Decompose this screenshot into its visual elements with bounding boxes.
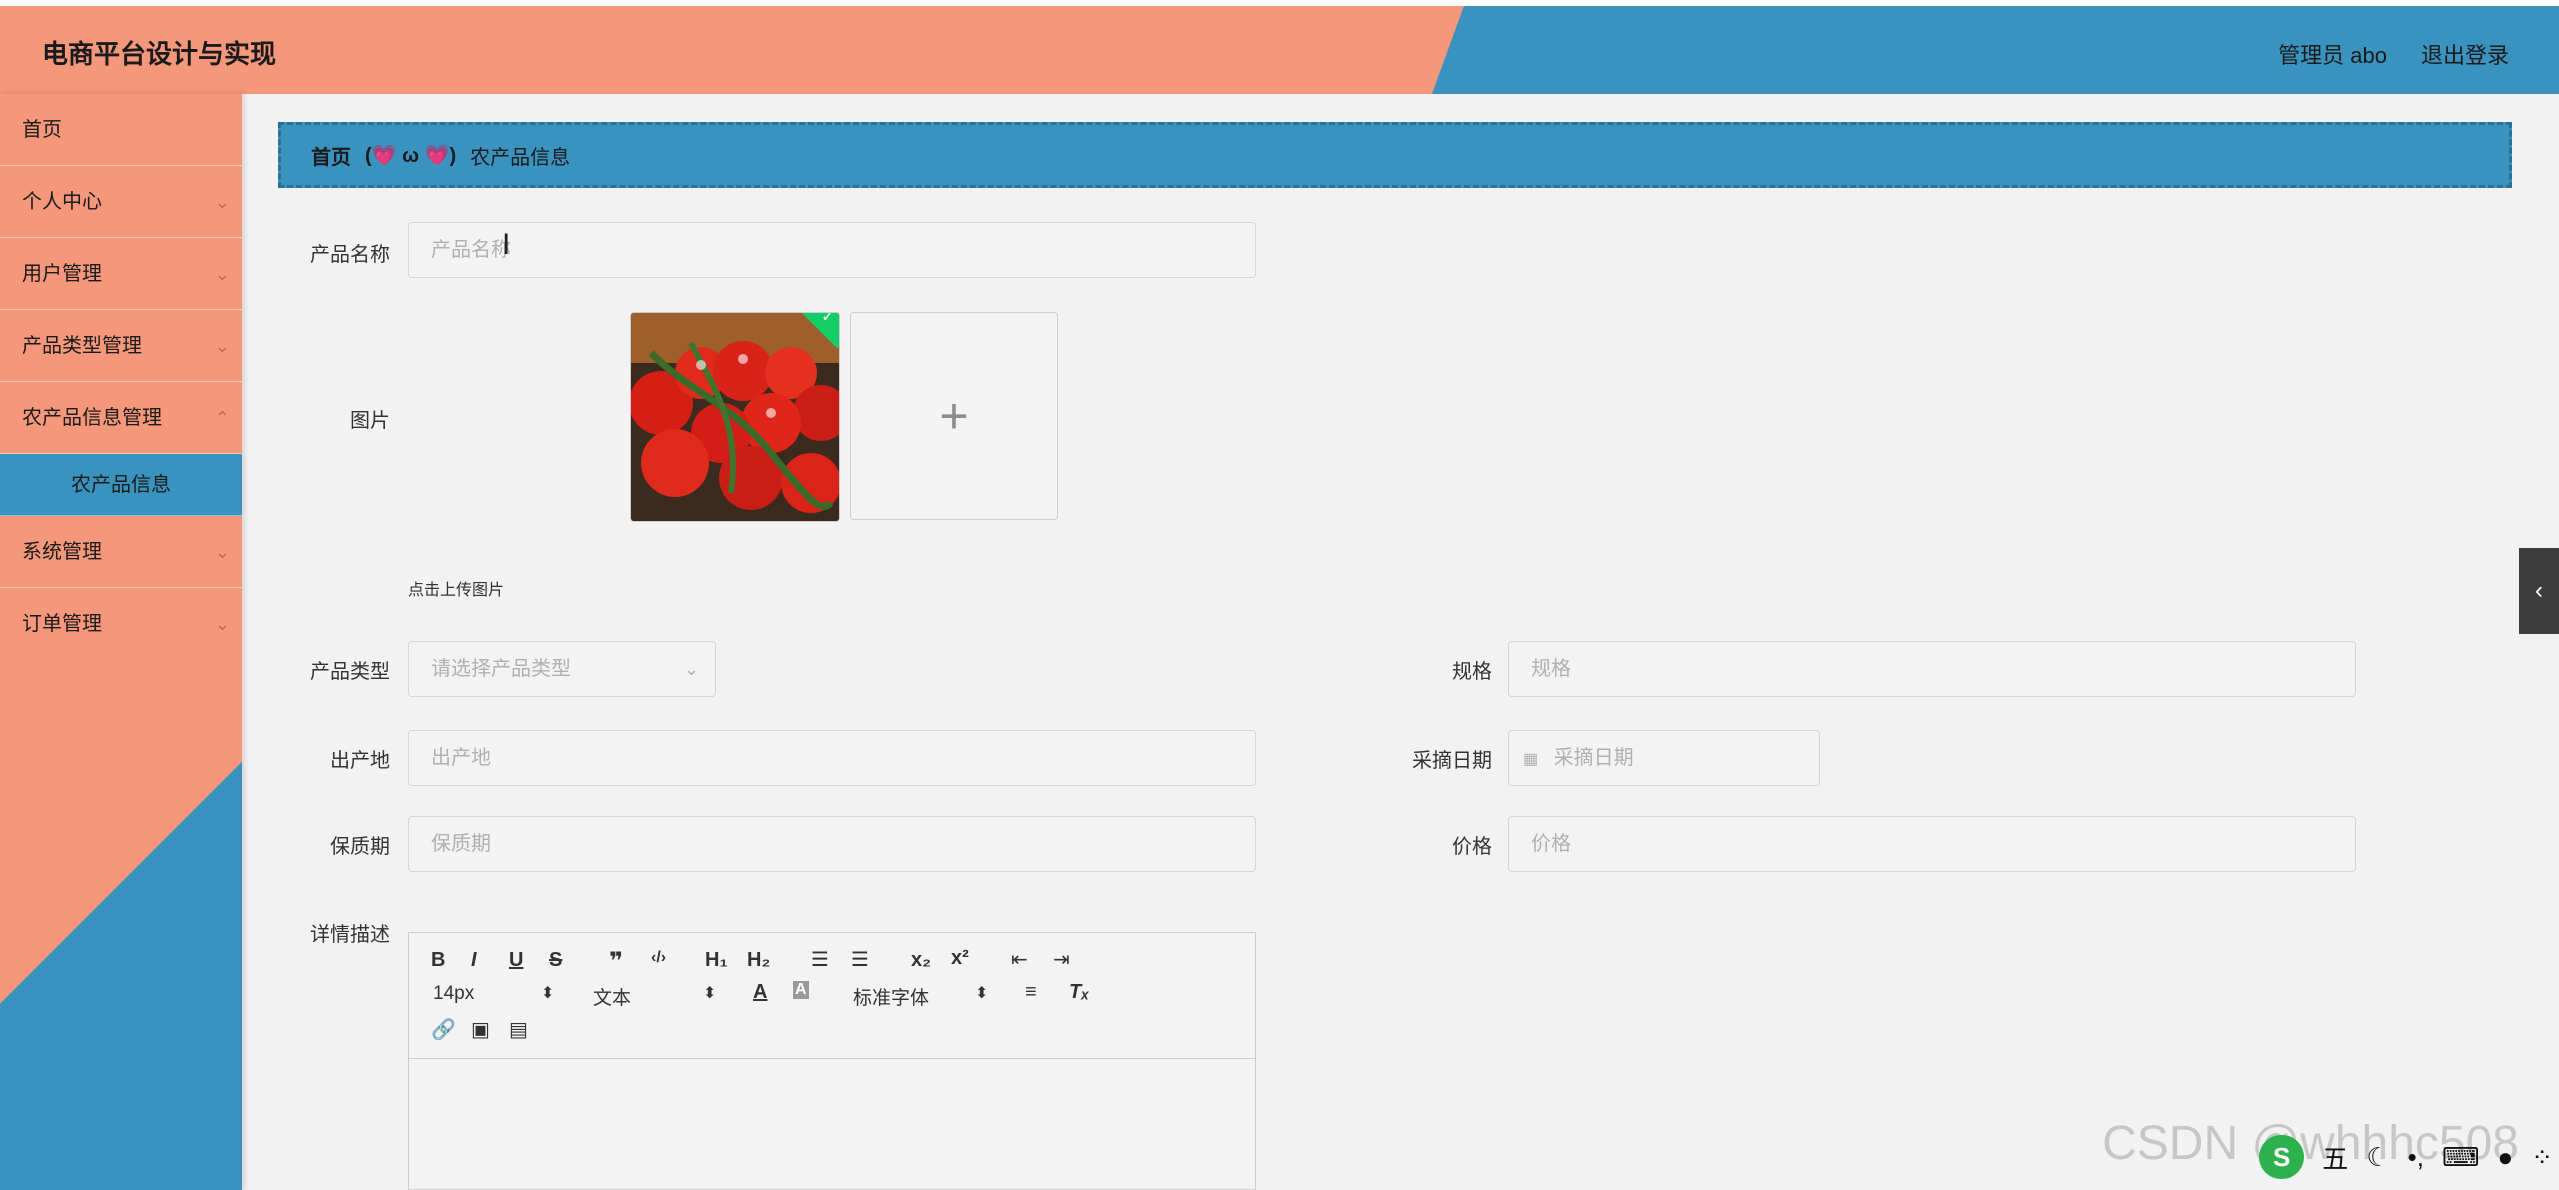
price-label: 价格 xyxy=(1452,836,1492,858)
image-label: 图片 xyxy=(350,410,390,432)
block-type-select[interactable]: 文本 xyxy=(593,983,631,1010)
subscript-button[interactable]: x₂ xyxy=(911,949,931,972)
pick-date-placeholder: 采摘日期 xyxy=(1553,747,1634,769)
collapse-panel-button[interactable]: ‹ xyxy=(2519,548,2559,634)
breadcrumb: 首页 (💗 ω 💗) 农产品信息 xyxy=(278,122,2512,188)
sidebar-item-label: 产品类型管理 xyxy=(22,335,142,357)
sidebar-item-user-management[interactable]: 用户管理 ⌄ xyxy=(0,238,242,310)
pick-date-picker[interactable]: ▦ 采摘日期 xyxy=(1508,730,1820,786)
outdent-button[interactable]: ⇤ xyxy=(1011,947,1028,972)
chevron-down-icon: ⌄ xyxy=(214,264,230,284)
punctuation-icon[interactable]: •, xyxy=(2408,1142,2424,1173)
underline-button[interactable]: U xyxy=(509,949,523,972)
calendar-icon: ▦ xyxy=(1523,751,1539,768)
product-name-label: 产品名称 xyxy=(310,244,390,266)
bullet-list-button[interactable]: ☰ xyxy=(851,947,869,972)
chevron-left-icon: ‹ xyxy=(2535,577,2543,604)
link-icon[interactable]: 🔗 xyxy=(431,1017,456,1042)
background-color-button[interactable]: A xyxy=(793,981,809,999)
text-cursor-icon: I xyxy=(502,228,511,261)
price-input[interactable] xyxy=(1508,816,2356,872)
chevron-down-icon: ⌄ xyxy=(214,192,230,212)
text-color-button[interactable]: A xyxy=(753,981,767,1004)
image-upload-button[interactable]: + xyxy=(850,312,1058,520)
user-area: 管理员 abo 退出登录 xyxy=(2278,38,2509,70)
breadcrumb-home-link[interactable]: 首页 xyxy=(311,141,351,170)
strikethrough-button[interactable]: S xyxy=(549,949,562,972)
font-family-arrow-icon: ⬍ xyxy=(975,985,989,1002)
ime-mode-icon[interactable]: 五 xyxy=(2322,1139,2348,1176)
uploaded-image-thumbnail[interactable]: ✓ xyxy=(630,312,840,522)
sidebar: 首页 个人中心 ⌄ 用户管理 ⌄ 产品类型管理 ⌄ 农产品信息管理 ⌃ 农产品信… xyxy=(0,94,242,1190)
bold-button[interactable]: B xyxy=(431,949,445,972)
chevron-down-icon: ⌄ xyxy=(214,336,230,356)
product-type-label: 产品类型 xyxy=(310,661,390,683)
scrollbar[interactable] xyxy=(2545,94,2559,1190)
indent-button[interactable]: ⇥ xyxy=(1053,947,1070,972)
superscript-button[interactable]: x² xyxy=(951,947,969,970)
product-name-input[interactable] xyxy=(408,222,1256,278)
chevron-down-icon: ⌄ xyxy=(683,659,699,679)
chevron-down-icon: ⌄ xyxy=(214,542,230,562)
sidebar-item-label: 用户管理 xyxy=(22,263,102,285)
product-type-placeholder: 请选择产品类型 xyxy=(431,658,571,680)
moon-icon[interactable]: ☾ xyxy=(2366,1142,2389,1173)
editor-content-area[interactable] xyxy=(409,1059,1255,1189)
clear-format-button[interactable]: Tₓ xyxy=(1069,981,1089,1004)
shelf-life-input[interactable] xyxy=(408,816,1256,872)
upload-tip: 点击上传图片 xyxy=(408,582,505,599)
spec-input[interactable] xyxy=(1508,641,2356,697)
block-type-arrow-icon: ⬍ xyxy=(703,985,717,1002)
tomato-image xyxy=(631,313,839,521)
breadcrumb-current: 农产品信息 xyxy=(470,146,571,169)
breadcrumb-separator: (💗 ω 💗) xyxy=(365,144,457,167)
grid-icon[interactable]: ⁘ xyxy=(2531,1142,2553,1173)
align-button[interactable]: ≡ xyxy=(1025,981,1037,1004)
chevron-down-icon: ⌄ xyxy=(214,614,230,634)
font-size-select[interactable]: 14px xyxy=(433,983,474,1005)
sidebar-item-profile[interactable]: 个人中心 ⌄ xyxy=(0,166,242,238)
sidebar-item-product-type-management[interactable]: 产品类型管理 ⌄ xyxy=(0,310,242,382)
heading-1-button[interactable]: H₁ xyxy=(705,949,728,972)
origin-input[interactable] xyxy=(408,730,1256,786)
code-block-button[interactable]: ‹/› xyxy=(651,949,666,967)
ime-toolbar: S 五 ☾ •, ⌨ ● ⁘ xyxy=(2259,1132,2559,1182)
sidebar-item-system-management[interactable]: 系统管理 ⌄ xyxy=(0,516,242,588)
detail-label: 详情描述 xyxy=(310,924,390,946)
chevron-up-icon: ⌃ xyxy=(214,408,230,428)
pick-date-label: 采摘日期 xyxy=(1412,750,1492,772)
font-size-arrow-icon: ⬍ xyxy=(541,985,555,1002)
sidebar-item-label: 首页 xyxy=(22,119,62,141)
origin-label: 出产地 xyxy=(330,750,390,772)
rich-text-editor: B I U S ❞ ‹/› H₁ H₂ ☰ ☰ x₂ x² ⇤ ⇥ 14px ⬍… xyxy=(408,932,1256,1190)
spec-label: 规格 xyxy=(1452,661,1492,683)
sidebar-item-label: 个人中心 xyxy=(22,191,102,213)
keyboard-icon[interactable]: ⌨ xyxy=(2442,1142,2480,1173)
current-user-label: 管理员 abo xyxy=(2278,43,2387,68)
heading-2-button[interactable]: H₂ xyxy=(747,949,770,972)
shelf-life-label: 保质期 xyxy=(330,836,390,858)
sidebar-item-label: 系统管理 xyxy=(22,541,102,563)
sidebar-item-home[interactable]: 首页 xyxy=(0,94,242,166)
ordered-list-button[interactable]: ☰ xyxy=(811,947,829,972)
sidebar-item-order-management[interactable]: 订单管理 ⌄ xyxy=(0,588,242,660)
logout-button[interactable]: 退出登录 xyxy=(2421,38,2509,70)
sidebar-item-label: 农产品信息 xyxy=(71,474,171,496)
user-icon[interactable]: ● xyxy=(2497,1142,2513,1173)
sidebar-item-label: 农产品信息管理 xyxy=(22,407,162,429)
top-header: 电商平台设计与实现 管理员 abo 退出登录 xyxy=(0,6,2559,94)
video-insert-icon[interactable]: ▤ xyxy=(509,1017,528,1042)
image-insert-icon[interactable]: ▣ xyxy=(471,1017,490,1042)
plus-icon: + xyxy=(939,388,969,444)
font-family-select[interactable]: 标准字体 xyxy=(853,983,929,1010)
app-title: 电商平台设计与实现 xyxy=(42,39,277,69)
ime-logo[interactable]: S xyxy=(2259,1135,2305,1179)
blockquote-button[interactable]: ❞ xyxy=(609,947,623,976)
italic-button[interactable]: I xyxy=(471,949,477,972)
sidebar-item-label: 订单管理 xyxy=(22,613,102,635)
sidebar-item-agri-product-management[interactable]: 农产品信息管理 ⌃ xyxy=(0,382,242,454)
sidebar-subitem-agri-product-info[interactable]: 农产品信息 xyxy=(0,454,242,516)
product-type-select[interactable]: 请选择产品类型 ⌄ xyxy=(408,641,716,697)
editor-toolbar: B I U S ❞ ‹/› H₁ H₂ ☰ ☰ x₂ x² ⇤ ⇥ 14px ⬍… xyxy=(409,933,1255,1059)
